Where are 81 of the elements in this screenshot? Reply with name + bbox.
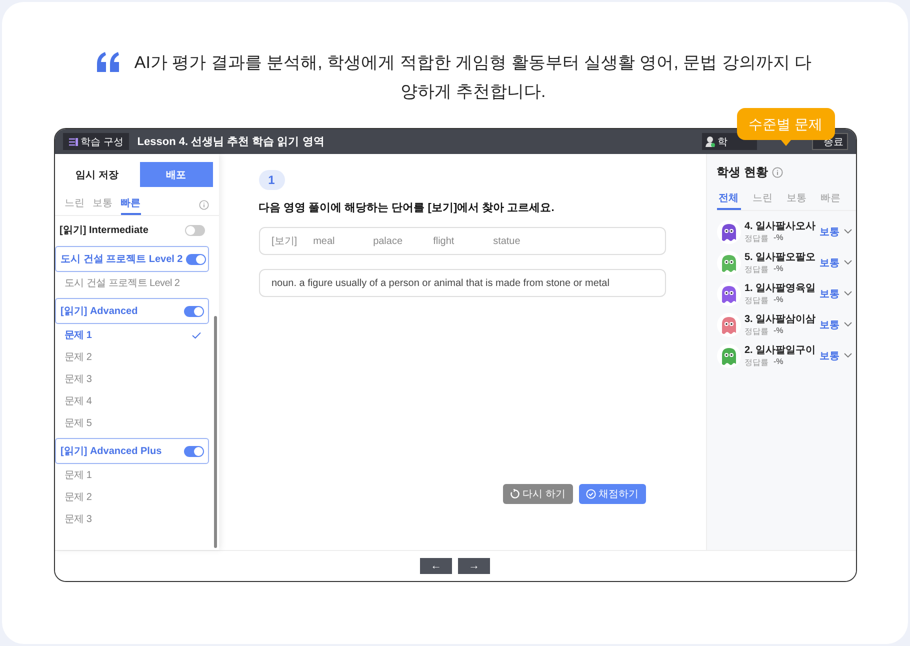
rate-label: 정답률: [744, 357, 768, 368]
group-header[interactable]: [읽기] Advanced Plus: [54, 438, 208, 464]
filter-tab[interactable]: 느린: [750, 189, 774, 210]
rate-label: 정답률: [744, 264, 768, 275]
rate-value: -%: [774, 233, 784, 244]
toggle-switch[interactable]: [186, 254, 206, 264]
choice-word: statue: [493, 236, 522, 246]
question-number: 1: [258, 170, 284, 190]
chevron-down-icon[interactable]: [844, 291, 852, 296]
rate-value: -%: [774, 326, 784, 337]
group-header[interactable]: [읽기] Advanced: [54, 298, 208, 324]
filter-tab[interactable]: 보통: [784, 189, 808, 210]
toggle-switch[interactable]: [184, 306, 204, 316]
info-icon[interactable]: [772, 167, 783, 178]
filter-tab[interactable]: 전체: [716, 189, 740, 210]
choice-word: palace: [373, 236, 404, 246]
level-tag: 보통: [820, 286, 840, 300]
scrollbar[interactable]: [214, 316, 216, 548]
choice-word: meal: [313, 236, 336, 246]
definition-box: noun. a figure usually of a person or animal that is made from stone or metal: [258, 269, 666, 297]
panel-title: 학생 현황: [716, 164, 768, 181]
question-item[interactable]: 문제 5: [54, 412, 208, 434]
group-header[interactable]: 도시 건설 프로젝트 Level 2: [54, 246, 208, 272]
question-item[interactable]: 문제 3: [54, 368, 208, 390]
rate-label: 정답률: [744, 326, 768, 337]
student-name: 5. 일사팔오팔오: [744, 251, 816, 264]
level-tag: 보통: [820, 224, 840, 238]
question-item[interactable]: 도시 건설 프로젝트 Level 2: [54, 272, 208, 294]
chevron-down-icon[interactable]: [844, 229, 852, 234]
question-prompt: 다음 영영 풀이에 해당하는 단어를 [보기]에서 찾아 고르세요.: [258, 201, 556, 215]
filter-tab[interactable]: 빠른: [818, 189, 842, 210]
student-name: 3. 일사팔삼이삼: [744, 313, 816, 326]
headline: AI가 평가 결과를 분석해, 학생에게 적합한 게임형 활동부터 실생활 영어, 문법 강의까지 다양하게 추천합니다.: [133, 52, 813, 103]
group-title: [읽기] Advanced Plus: [60, 445, 162, 458]
retry-button[interactable]: 다시 하기: [502, 484, 572, 504]
chevron-down-icon[interactable]: [844, 353, 852, 358]
rate-value: -%: [774, 357, 784, 368]
level-tab[interactable]: 보통: [92, 194, 112, 215]
info-icon[interactable]: [198, 200, 208, 210]
callout-tooltip: 수준별 문제: [736, 108, 834, 140]
callout-pointer: [780, 140, 791, 146]
choices-label: [보기]: [272, 235, 298, 248]
group-title: [읽기] Intermediate: [60, 224, 148, 237]
rate-value: -%: [774, 264, 784, 275]
menu-button[interactable]: 학습 구성: [62, 133, 130, 150]
refresh-icon: [510, 489, 520, 499]
next-button[interactable]: →: [458, 558, 490, 574]
question-item[interactable]: 문제 2: [54, 486, 208, 508]
chevron-down-icon[interactable]: [844, 260, 852, 265]
toggle-switch[interactable]: [184, 224, 204, 236]
rate-label: 정답률: [744, 233, 768, 244]
previous-button[interactable]: ←: [420, 558, 452, 574]
student-name: 4. 일사팔사오사: [744, 220, 816, 233]
group-title: [읽기] Advanced: [60, 305, 138, 318]
level-tag: 보통: [820, 256, 840, 270]
quote-icon: [95, 52, 121, 72]
chevron-down-icon[interactable]: [844, 322, 852, 327]
question-item[interactable]: 문제 1: [54, 324, 208, 346]
question-item[interactable]: 문제 4: [54, 390, 208, 412]
rate-value: -%: [774, 295, 784, 306]
check-circle-icon: [586, 489, 596, 499]
question-item[interactable]: 문제 1: [54, 464, 208, 486]
level-tab[interactable]: 빠른: [120, 194, 140, 215]
choice-word: flight: [433, 236, 456, 246]
window-title: Lesson 4. 선생님 추천 학습 읽기 영역: [137, 135, 326, 149]
check-icon: [192, 332, 200, 338]
list-icon: [68, 138, 78, 146]
level-tag: 보통: [820, 348, 840, 362]
deploy-button[interactable]: 배포: [140, 162, 212, 187]
level-tab[interactable]: 느린: [64, 194, 84, 215]
group-header[interactable]: [읽기] Intermediate: [54, 218, 208, 242]
rate-label: 정답률: [744, 295, 768, 306]
level-tag: 보통: [820, 318, 840, 332]
grade-button[interactable]: 채점하기: [578, 484, 646, 504]
question-item[interactable]: 문제 2: [54, 346, 208, 368]
person-icon: [704, 136, 714, 147]
student-name: 2. 일사팔일구이: [744, 344, 816, 357]
question-item[interactable]: 문제 3: [54, 508, 208, 530]
toggle-switch[interactable]: [184, 446, 204, 456]
student-name: 1. 일사팔영육일: [744, 282, 816, 295]
group-title: 도시 건설 프로젝트 Level 2: [60, 253, 183, 266]
